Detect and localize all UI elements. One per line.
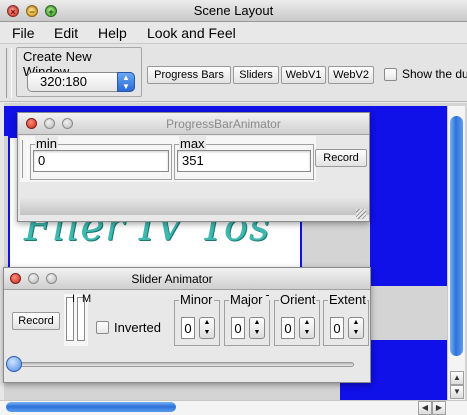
spinner-arrows-icon: ▲ ▼ bbox=[203, 319, 211, 336]
progress-bar-animator-frame: ProgressBarAnimator min 0 max 351 Record bbox=[17, 112, 370, 222]
menu-look-and-feel[interactable]: Look and Feel bbox=[147, 22, 236, 44]
slider-animator-frame: Slider Animator Record I M Inverted Mino… bbox=[3, 267, 371, 383]
menu-help[interactable]: Help bbox=[98, 22, 127, 44]
blue-background-frame-right bbox=[370, 106, 447, 286]
progress-record-button[interactable]: Record bbox=[315, 149, 367, 167]
minimize-icon: − bbox=[29, 7, 35, 17]
sliders-button[interactable]: Sliders bbox=[233, 66, 279, 84]
close-icon: × bbox=[10, 7, 16, 17]
slider-record-button[interactable]: Record bbox=[12, 312, 60, 330]
arrow-right-icon: ▶ bbox=[435, 403, 443, 412]
mini-slider-panel: I M bbox=[64, 293, 92, 346]
progress-bar-track bbox=[20, 197, 369, 215]
minor-spinner-field[interactable]: 0 bbox=[181, 317, 195, 339]
major-tick-label: Major T bbox=[229, 292, 269, 307]
orient-spinner-arrows[interactable]: ▲ ▼ bbox=[299, 317, 315, 339]
toolbar: Create New Window 320:180 ▲▼ Progress Ba… bbox=[0, 44, 467, 102]
mini-slider-label-m: M bbox=[82, 293, 92, 305]
progress-bars-button[interactable]: Progress Bars bbox=[147, 66, 231, 84]
min-label: min bbox=[35, 136, 58, 151]
slider-frame-title: Slider Animator bbox=[131, 272, 213, 286]
inverted-label: Inverted bbox=[114, 320, 161, 335]
scroll-right-button[interactable]: ▶ bbox=[432, 401, 446, 415]
spinner-arrows-icon: ▲ ▼ bbox=[253, 319, 261, 336]
zoom-window-button[interactable]: + bbox=[45, 5, 57, 17]
slider-frame-close-button[interactable] bbox=[10, 273, 21, 284]
resize-grip-icon[interactable] bbox=[356, 209, 366, 219]
horizontal-scroll-thumb[interactable] bbox=[6, 402, 176, 412]
create-window-group: Create New Window 320:180 ▲▼ bbox=[16, 47, 142, 97]
progress-panel-grip[interactable] bbox=[22, 140, 28, 178]
menu-bar: File Edit Help Look and Feel bbox=[0, 22, 467, 44]
extent-group: Extent 0 ▲ ▼ bbox=[323, 292, 369, 346]
orient-label: Orient bbox=[279, 292, 317, 307]
mini-slider-label-i: I bbox=[72, 293, 76, 305]
minor-label: Minor bbox=[179, 292, 214, 307]
progress-frame-close-button[interactable] bbox=[26, 118, 37, 129]
major-tick-group: Major T 0 ▲▼ bbox=[224, 292, 270, 346]
menu-file[interactable]: File bbox=[12, 22, 35, 44]
minor-spinner-arrows[interactable]: ▲ ▼ bbox=[199, 317, 215, 339]
major-tick-spinner-field[interactable]: 0 bbox=[231, 317, 245, 339]
major-tick-spinner-arrows[interactable]: ▲ ▼ bbox=[249, 317, 265, 339]
inverted-checkbox[interactable] bbox=[96, 321, 109, 334]
background-text-fragment bbox=[200, 386, 280, 400]
max-group: max 351 bbox=[174, 136, 314, 180]
slider-frame-maximize-button[interactable] bbox=[46, 273, 57, 284]
window-size-value: 320:180 bbox=[40, 74, 87, 89]
main-slider-thumb[interactable] bbox=[6, 356, 22, 372]
toolbar-grip[interactable] bbox=[6, 48, 12, 98]
menu-edit[interactable]: Edit bbox=[54, 22, 78, 44]
orient-spinner-field[interactable]: 0 bbox=[281, 317, 295, 339]
scroll-down-button[interactable]: ▼ bbox=[450, 385, 464, 399]
minimize-window-button[interactable]: − bbox=[26, 5, 38, 17]
extent-spinner-arrows[interactable]: ▲ ▼ bbox=[348, 317, 364, 339]
window-size-combo[interactable]: 320:180 ▲ ▼ bbox=[27, 72, 135, 92]
webv2-button[interactable]: WebV2 bbox=[328, 66, 374, 84]
slider-frame-titlebar[interactable]: Slider Animator bbox=[4, 268, 370, 290]
scroll-left-button[interactable]: ◀ bbox=[418, 401, 432, 415]
spinner-arrows-icon: ▲ ▼ bbox=[303, 319, 311, 336]
min-group: min 0 bbox=[30, 136, 172, 180]
progress-frame-minimize-button[interactable] bbox=[44, 118, 55, 129]
arrow-left-icon: ◀ bbox=[421, 403, 429, 412]
max-field[interactable]: 351 bbox=[177, 150, 311, 172]
zoom-icon: + bbox=[48, 7, 54, 17]
slider-frame-minimize-button[interactable] bbox=[28, 273, 39, 284]
progress-frame-titlebar[interactable]: ProgressBarAnimator bbox=[18, 113, 369, 135]
window-title: Scene Layout bbox=[193, 3, 274, 18]
progress-frame-maximize-button[interactable] bbox=[62, 118, 73, 129]
progress-frame-title: ProgressBarAnimator bbox=[166, 117, 281, 131]
webv1-button[interactable]: WebV1 bbox=[281, 66, 326, 84]
show-checkbox-label: Show the du bbox=[402, 67, 467, 81]
close-window-button[interactable]: × bbox=[7, 5, 19, 17]
arrow-up-icon: ▲ bbox=[453, 373, 461, 382]
main-slider-track[interactable] bbox=[14, 362, 354, 367]
orient-group: Orient 0 ▲ ▼ bbox=[274, 292, 320, 346]
combo-arrows-icon: ▲ ▼ bbox=[117, 72, 135, 92]
spinner-arrows-icon: ▲ ▼ bbox=[352, 319, 360, 336]
progress-fields-panel: min 0 max 351 bbox=[20, 136, 316, 182]
arrow-down-icon: ▼ bbox=[453, 387, 461, 396]
extent-label: Extent bbox=[328, 292, 367, 307]
min-field[interactable]: 0 bbox=[33, 150, 169, 172]
scroll-up-button[interactable]: ▲ bbox=[450, 371, 464, 385]
vertical-scroll-thumb[interactable] bbox=[450, 116, 463, 356]
extent-spinner-field[interactable]: 0 bbox=[330, 317, 344, 339]
max-label: max bbox=[179, 136, 206, 151]
minor-group: Minor 0 ▲ ▼ bbox=[174, 292, 220, 346]
show-checkbox[interactable] bbox=[384, 68, 397, 81]
